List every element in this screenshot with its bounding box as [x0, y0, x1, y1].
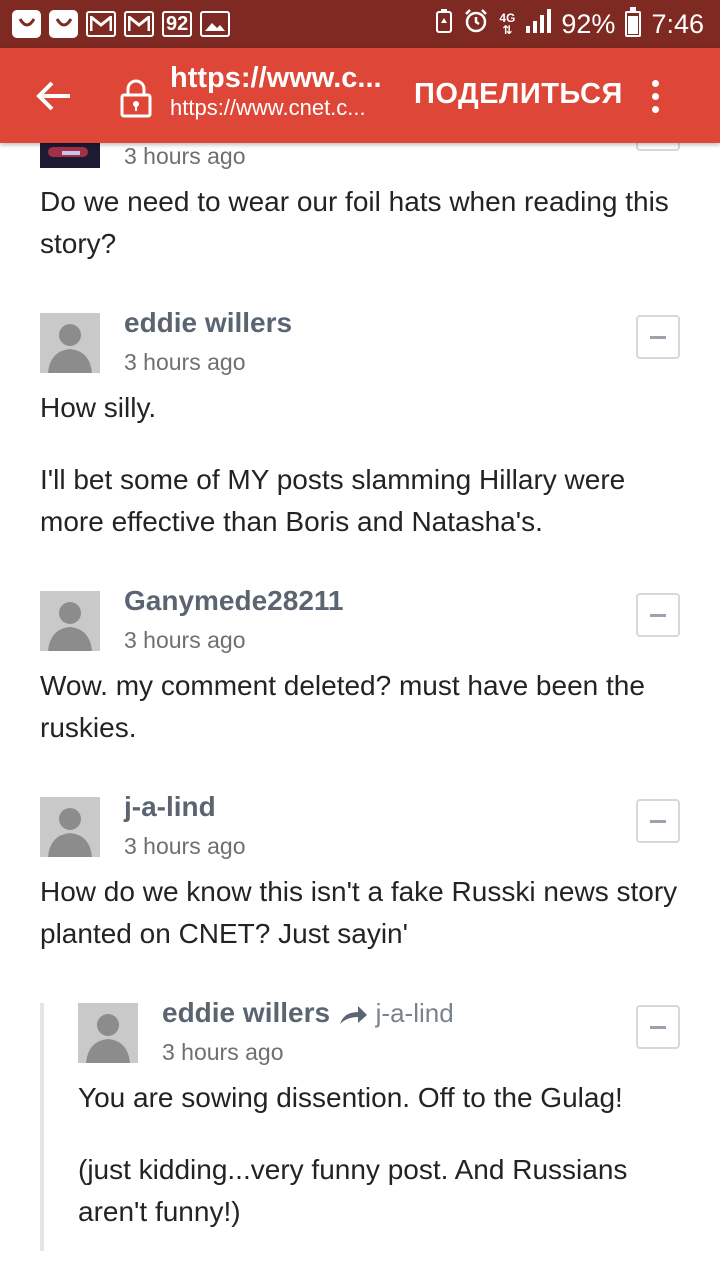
comment-paragraph: (just kidding...very funny post. And Rus… [78, 1154, 628, 1227]
shopping-bag-icon [12, 10, 41, 38]
back-arrow-icon[interactable] [30, 72, 78, 120]
comment-paragraph: Do we need to wear our foil hats when re… [40, 186, 669, 259]
collapse-button[interactable] [636, 143, 680, 151]
gmail-icon-2 [124, 11, 154, 37]
avatar[interactable] [40, 591, 100, 651]
overflow-menu-icon[interactable] [640, 76, 670, 116]
battery-saver-icon [435, 8, 453, 41]
comment-time: 3 hours ago [124, 627, 246, 653]
comments-list: 3 hours ago Do we need to wear our foil … [0, 143, 720, 1280]
collapse-button[interactable] [636, 1005, 680, 1049]
browser-toolbar: https://www.c... https://www.cnet.c... П… [0, 48, 720, 143]
comment-paragraph: How silly. [40, 392, 157, 423]
signal-icon [525, 8, 552, 40]
comment-time: 3 hours ago [124, 143, 246, 169]
share-button[interactable]: ПОДЕЛИТЬСЯ [414, 78, 623, 111]
comment-author: eddie willers j-a-lind [162, 997, 454, 1029]
comment-paragraph: You are sowing dissention. Off to the Gu… [78, 1082, 623, 1113]
status-system: 4G ⇅ 92% 7:46 [435, 7, 704, 41]
clock: 7:46 [651, 8, 704, 39]
collapse-button[interactable] [636, 593, 680, 637]
url-subtitle: https://www.cnet.c... [170, 95, 366, 120]
battery-icon [625, 7, 642, 37]
comment-body: Wow. my comment deleted? must have been … [40, 665, 670, 749]
comment-author[interactable]: Ganymede28211 [124, 585, 344, 617]
comment-author[interactable]: eddie willers [124, 307, 292, 339]
url-title: https://www.c... [170, 62, 382, 94]
avatar [40, 143, 100, 168]
avatar[interactable] [40, 313, 100, 373]
collapse-button[interactable] [636, 799, 680, 843]
reply-thread-line [40, 1003, 44, 1251]
reply-arrow-icon [338, 997, 376, 1028]
alarm-icon [463, 8, 489, 41]
avatar[interactable] [40, 797, 100, 857]
comment-time: 3 hours ago [162, 1039, 284, 1065]
notification-count-badge: 92 [162, 11, 193, 37]
network-type: 4G ⇅ [499, 12, 515, 36]
gmail-icon [86, 11, 116, 37]
comment-time: 3 hours ago [124, 349, 246, 375]
status-notifications: 92 [12, 9, 231, 39]
comment-body: How do we know this isn't a fake Russki … [40, 871, 680, 955]
url-display[interactable]: https://www.c... https://www.cnet.c... [170, 62, 385, 121]
reply-to-user[interactable]: j-a-lind [376, 998, 454, 1028]
data-arrows-icon: ⇅ [502, 23, 513, 37]
lock-icon[interactable] [116, 78, 156, 118]
image-icon [200, 11, 231, 37]
reply-author[interactable]: eddie willers [162, 997, 330, 1028]
battery-percent: 92% [561, 8, 616, 39]
comment-body: You are sowing dissention. Off to the Gu… [78, 1077, 678, 1233]
comment-paragraph: Wow. my comment deleted? must have been … [40, 670, 645, 743]
comment-author[interactable]: j-a-lind [124, 791, 216, 823]
comment-paragraph: I'll bet some of MY posts slamming Hilla… [40, 464, 626, 537]
comment-body: How silly. I'll bet some of MY posts sla… [40, 387, 685, 543]
comment-time: 3 hours ago [124, 833, 246, 859]
battery-fill [628, 15, 639, 34]
collapse-button[interactable] [636, 315, 680, 359]
avatar[interactable] [78, 1003, 138, 1063]
status-bar: 92 4G ⇅ 92% 7:46 [0, 0, 720, 48]
comment-body: Do we need to wear our foil hats when re… [40, 181, 680, 265]
shopping-bag-icon-2 [49, 10, 78, 38]
comment-paragraph: How do we know this isn't a fake Russki … [40, 876, 678, 949]
